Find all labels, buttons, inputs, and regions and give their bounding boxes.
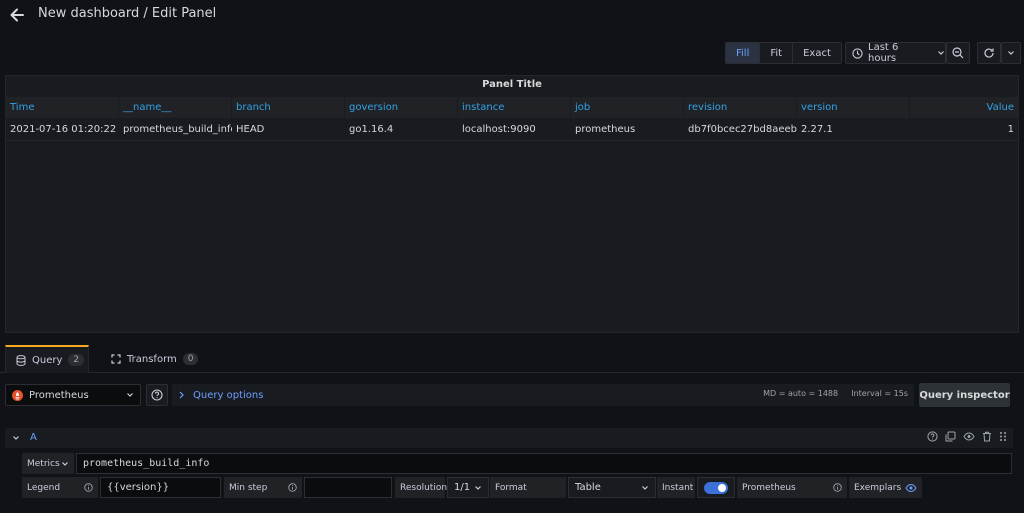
legend-input[interactable]: {{version}} [100,477,221,498]
editor-tabs: Query 2 Transform 0 [0,343,1024,373]
query-count-badge: 2 [68,354,85,366]
prometheus-label: Prometheus [742,482,796,493]
info-icon[interactable] [833,483,842,492]
query-options-label: Query options [193,389,264,401]
format-value: Table [575,482,601,493]
chevron-down-icon [1007,49,1015,57]
metrics-browser-button[interactable]: Metrics [22,453,74,474]
datasource-picker[interactable]: Prometheus [5,384,141,406]
datasource-name: Prometheus [29,389,89,401]
time-range-picker[interactable]: Last 6 hours [845,42,946,64]
column-header-time[interactable]: Time [6,97,119,118]
drag-handle-icon[interactable] [999,431,1007,442]
query-letter[interactable]: A [30,432,37,443]
table-cell: 1 [1007,124,1014,135]
help-circle-icon [151,389,163,401]
refresh-interval-dropdown[interactable] [1001,42,1021,64]
info-icon[interactable] [84,483,93,492]
resolution-value: 1/1 [454,482,471,493]
promql-query-input[interactable]: prometheus_build_info [76,453,1012,474]
query-options-info: MD = auto = 1488 Interval = 15s [763,389,908,398]
column-header-name[interactable]: __name__ [119,97,232,118]
refresh-icon [983,47,995,59]
datasource-help-button[interactable] [146,384,168,406]
exact-button[interactable]: Exact [793,43,841,63]
resolution-select[interactable]: 1/1 [447,477,489,498]
column-header-revision[interactable]: revision [684,97,797,118]
table-header: Time __name__ branch goversion instance … [6,97,1018,118]
exemplars-label: Exemplars [854,482,902,493]
fit-button[interactable]: Fit [760,43,794,63]
table-cell: db7f0bcec27bd8aeeb… [688,124,797,135]
fill-button[interactable]: Fill [726,43,761,63]
min-step-input[interactable] [304,477,392,498]
instant-toggle-container [697,477,735,498]
refresh-button[interactable] [977,42,1001,64]
table-cell: localhost:9090 [462,124,536,135]
chevron-down-icon [474,484,482,492]
collapse-chevron-icon[interactable] [12,434,20,442]
query-inspector-button[interactable]: Query inspector [919,383,1010,407]
clock-icon [852,47,863,59]
query-row-actions [927,431,1007,442]
info-icon[interactable] [288,483,297,492]
page-title: New dashboard / Edit Panel [38,6,217,21]
chevron-right-icon [178,391,185,399]
chevron-down-icon [641,484,649,492]
prometheus-logo-icon [12,389,23,401]
time-range-label: Last 6 hours [868,42,899,64]
format-select[interactable]: Table [568,477,656,498]
query-options-toggle[interactable]: Query options MD = auto = 1488 Interval … [172,384,914,406]
prometheus-exemplar-label: Prometheus [737,477,847,498]
panel-title[interactable]: Panel Title [6,79,1018,90]
table-cell: 2021-07-16 01:20:22 [10,124,117,135]
column-header-goversion[interactable]: goversion [345,97,458,118]
column-header-instance[interactable]: instance [458,97,571,118]
table-cell: go1.16.4 [349,124,394,135]
panel-preview: Panel Title Time __name__ branch goversi… [5,75,1019,333]
trash-icon[interactable] [982,431,992,442]
resolution-label: Resolution [395,477,447,498]
zoom-out-button[interactable] [946,42,970,64]
column-header-version[interactable]: version [797,97,910,118]
transform-icon [111,354,121,364]
interval-info: Interval = 15s [851,389,908,398]
chevron-down-icon [126,391,134,399]
table-cell: HEAD [236,124,265,135]
legend-field-label: Legend [22,477,98,498]
legend-label: Legend [27,482,61,493]
instant-toggle[interactable] [704,482,728,494]
exemplars-toggle[interactable]: Exemplars [849,477,922,498]
metrics-label: Metrics [27,458,60,469]
column-header-branch[interactable]: branch [232,97,345,118]
help-circle-icon[interactable] [927,431,938,442]
table-cell: prometheus_build_info [123,124,232,135]
format-label: Format [490,477,566,498]
column-header-value[interactable]: Value [910,97,1018,118]
zoom-out-icon [952,47,964,59]
eye-icon [905,483,917,493]
eye-icon[interactable] [963,431,975,442]
tab-transform[interactable]: Transform 0 [101,345,201,373]
min-step-field-label: Min step [224,477,302,498]
copy-icon[interactable] [945,431,956,442]
transform-count-badge: 0 [182,353,199,365]
md-info: MD = auto = 1488 [763,389,839,398]
chevron-down-icon [937,49,945,57]
column-header-job[interactable]: job [571,97,684,118]
database-icon [16,354,26,366]
size-mode-group: Fill Fit Exact [725,42,842,64]
instant-label: Instant [657,477,695,498]
table-row: 2021-07-16 01:20:22 prometheus_build_inf… [6,118,1018,141]
tab-query[interactable]: Query 2 [5,345,89,373]
table-cell: 2.27.1 [801,124,833,135]
table-cell: prometheus [575,124,636,135]
min-step-label: Min step [229,482,268,493]
query-row-header: A [5,428,1013,448]
tab-query-label: Query [32,354,63,366]
back-arrow-icon[interactable] [8,6,26,24]
tab-transform-label: Transform [127,353,177,365]
chevron-down-icon [61,460,69,468]
top-bar: New dashboard / Edit Panel [0,0,1024,34]
